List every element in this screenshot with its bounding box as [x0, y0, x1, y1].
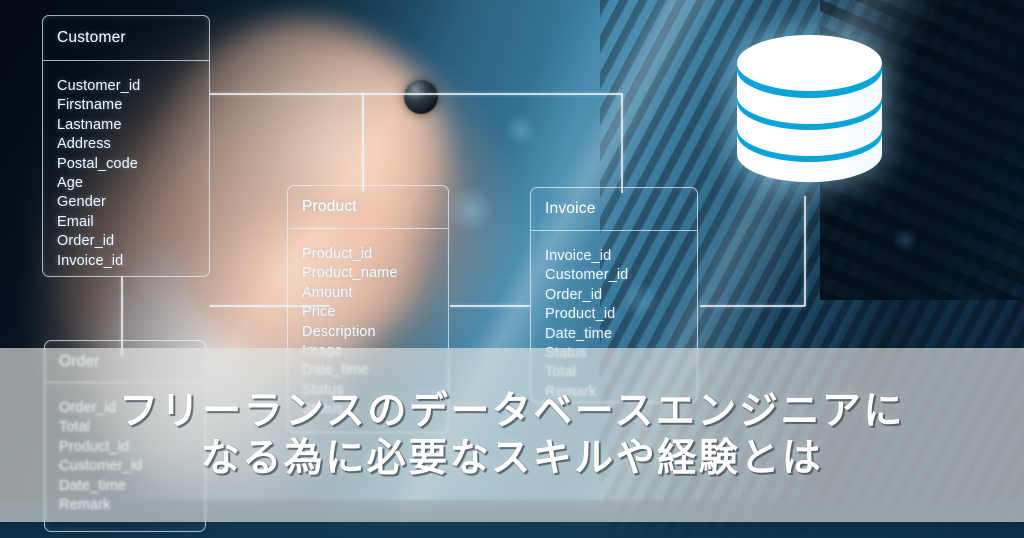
er-table-invoice-title: Invoice	[545, 200, 596, 217]
er-field: Product_id	[302, 246, 373, 262]
er-field: Product_name	[302, 265, 398, 282]
hero-banner: Customer Customer_id Firstname Lastname …	[0, 0, 1024, 538]
hero-title: フリーランスのデータベースエンジニアに なる為に必要なスキルや経験とは	[0, 348, 1024, 522]
hero-title-line-1: フリーランスのデータベースエンジニアに	[119, 388, 905, 435]
er-field: Age	[57, 175, 84, 192]
er-field: Price	[302, 304, 336, 321]
hero-title-line-2: なる為に必要なスキルや経験とは	[200, 435, 824, 481]
er-field: Customer_id	[545, 267, 629, 284]
er-field: Email	[57, 213, 94, 230]
connector-product-riser	[362, 93, 364, 192]
er-table-invoice-header: Invoice	[531, 188, 697, 231]
er-field: Firstname	[57, 97, 123, 114]
connector-invoice-drop	[621, 93, 623, 193]
connector-product-to-invoice	[450, 305, 530, 307]
er-field: Invoice_id	[545, 248, 612, 264]
connector-customer-to-invoice	[210, 93, 622, 95]
er-field: Postal_code	[57, 155, 138, 172]
er-field: Gender	[57, 194, 106, 211]
er-field: Order_id	[545, 286, 603, 303]
er-field: Invoice_id	[57, 252, 124, 269]
er-table-product-header: Product	[288, 186, 448, 229]
connector-invoice-to-db	[700, 305, 805, 307]
er-table-customer-fields: Customer_id Firstname Lastname Address P…	[43, 61, 209, 271]
er-field: Description	[302, 323, 376, 340]
er-field: Product_id	[545, 306, 616, 323]
er-table-product-title: Product	[302, 198, 357, 215]
er-field: Amount	[302, 284, 353, 301]
er-field: Lastname	[57, 116, 122, 133]
er-table-customer-header: Customer	[43, 16, 209, 61]
database-cylinder-icon	[737, 35, 882, 183]
connector-db-riser	[804, 196, 806, 306]
er-table-customer[interactable]: Customer Customer_id Firstname Lastname …	[42, 15, 210, 277]
er-field: Customer_id	[57, 78, 141, 94]
er-table-customer-title: Customer	[57, 29, 126, 46]
er-field: Order_id	[57, 233, 115, 250]
er-field: Date_time	[545, 325, 612, 342]
er-field: Address	[57, 136, 111, 153]
